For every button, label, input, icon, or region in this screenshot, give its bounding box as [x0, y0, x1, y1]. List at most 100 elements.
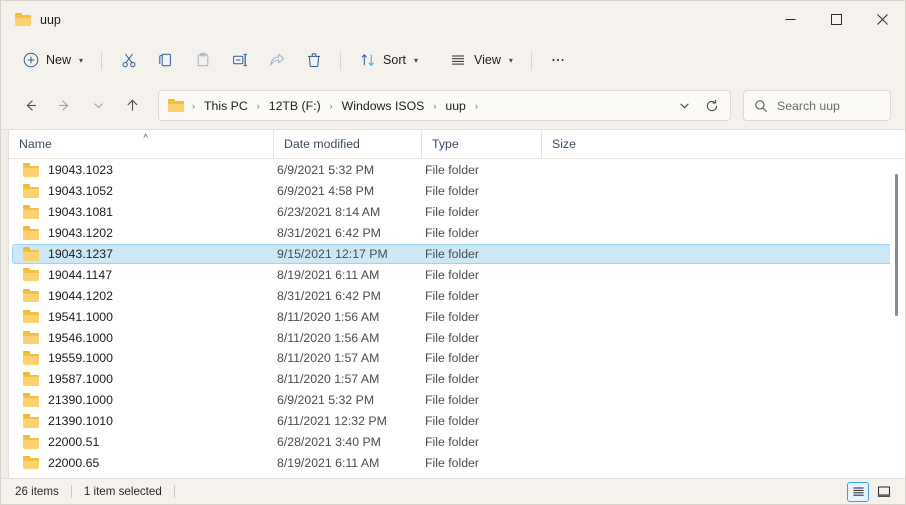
table-row[interactable]: 19043.10236/9/2021 5:32 PMFile folder	[12, 160, 902, 181]
table-row[interactable]: 19541.10008/11/2020 1:56 AMFile folder	[12, 306, 902, 327]
rename-button[interactable]	[222, 44, 257, 76]
file-type-cell: File folder	[425, 456, 545, 470]
table-row[interactable]: 19546.10008/11/2020 1:56 AMFile folder	[12, 327, 902, 348]
breadcrumb-item-this-pc[interactable]: This PC	[198, 97, 254, 115]
file-date-cell: 8/19/2021 6:11 AM	[277, 268, 425, 282]
folder-icon	[23, 372, 39, 386]
column-header-type[interactable]: Type	[421, 130, 541, 159]
table-row[interactable]: 19044.12028/31/2021 6:42 PMFile folder	[12, 285, 902, 306]
table-row[interactable]: 19043.12379/15/2021 12:17 PMFile folder	[12, 244, 902, 265]
table-row[interactable]: 22000.516/28/2021 3:40 PMFile folder	[12, 432, 902, 453]
folder-icon	[23, 456, 39, 470]
folder-icon	[23, 247, 39, 261]
view-list-icon	[450, 52, 467, 69]
breadcrumb-item-uup[interactable]: uup	[439, 97, 472, 115]
breadcrumb-separator: ›	[255, 101, 262, 111]
file-date-cell: 9/15/2021 12:17 PM	[277, 247, 425, 261]
search-icon	[754, 99, 768, 113]
file-name-cell: 19043.1202	[23, 226, 277, 240]
cut-button[interactable]	[111, 44, 146, 76]
column-header-date-modified[interactable]: Date modified	[273, 130, 421, 159]
chevron-down-icon: ▾	[414, 56, 418, 65]
file-name-label: 19043.1023	[48, 163, 113, 177]
see-more-button[interactable]	[541, 44, 576, 76]
large-icons-view-button[interactable]	[873, 482, 895, 502]
folder-icon	[23, 351, 39, 365]
file-name-cell: 19546.1000	[23, 331, 277, 345]
folder-icon	[168, 99, 184, 113]
file-name-cell: 22000.65	[23, 456, 277, 470]
table-row[interactable]: 19559.10008/11/2020 1:57 AMFile folder	[12, 348, 902, 369]
share-button[interactable]	[259, 44, 294, 76]
minimize-button[interactable]	[767, 1, 813, 38]
copy-button[interactable]	[148, 44, 183, 76]
file-type-cell: File folder	[425, 414, 545, 428]
file-list-scrollbar[interactable]	[890, 160, 904, 478]
file-name-cell: 19559.1000	[23, 351, 277, 365]
new-button-label: New	[46, 53, 71, 67]
table-row[interactable]: 21390.10106/11/2021 12:32 PMFile folder	[12, 411, 902, 432]
breadcrumb[interactable]: › This PC › 12TB (F:) › Windows ISOS › u…	[158, 90, 731, 121]
file-type-cell: File folder	[425, 268, 545, 282]
view-button[interactable]: View ▾	[441, 44, 522, 76]
folder-icon	[23, 163, 39, 177]
column-header-name[interactable]: Name ˄	[9, 130, 273, 159]
table-row[interactable]: 19043.10526/9/2021 4:58 PMFile folder	[12, 181, 902, 202]
column-header-size[interactable]: Size	[541, 130, 621, 159]
file-list[interactable]: 19043.10236/9/2021 5:32 PMFile folder190…	[9, 159, 905, 478]
folder-icon	[23, 393, 39, 407]
folder-icon	[23, 331, 39, 345]
file-date-cell: 8/19/2021 6:11 AM	[277, 456, 425, 470]
table-row[interactable]: 19587.10008/11/2020 1:57 AMFile folder	[12, 369, 902, 390]
file-type-cell: File folder	[425, 435, 545, 449]
file-type-cell: File folder	[425, 310, 545, 324]
table-row[interactable]: 21390.10006/9/2021 5:32 PMFile folder	[12, 390, 902, 411]
table-row[interactable]: 19044.1147 8/19/2021 6:11 AMFile folder	[12, 264, 902, 285]
maximize-button[interactable]	[813, 1, 859, 38]
file-date-cell: 8/31/2021 6:42 PM	[277, 226, 425, 240]
recent-locations-button[interactable]	[83, 91, 113, 121]
search-input[interactable]: Search uup	[743, 90, 891, 121]
window-title: uup	[40, 13, 61, 27]
breadcrumb-item-windows-isos[interactable]: Windows ISOS	[336, 97, 431, 115]
file-name-cell: 19043.1023	[23, 163, 277, 177]
share-icon	[268, 52, 285, 69]
file-date-cell: 8/31/2021 6:42 PM	[277, 289, 425, 303]
breadcrumb-separator: ›	[328, 101, 335, 111]
file-type-cell: File folder	[425, 184, 545, 198]
file-type-cell: File folder	[425, 372, 545, 386]
paste-button[interactable]	[185, 44, 220, 76]
file-name-cell: 19541.1000	[23, 310, 277, 324]
file-name-label: 19546.1000	[48, 331, 113, 345]
file-name-label: 21390.1000	[48, 393, 113, 407]
table-row[interactable]: 22000.658/19/2021 6:11 AMFile folder	[12, 452, 902, 473]
view-button-label: View	[474, 53, 501, 67]
details-view-button[interactable]	[847, 482, 869, 502]
table-row[interactable]: 19043.10816/23/2021 8:14 AMFile folder	[12, 202, 902, 223]
content-area: Name ˄ Date modified Type Size 19043.102…	[1, 129, 905, 478]
trash-icon	[305, 52, 322, 69]
delete-button[interactable]	[296, 44, 331, 76]
file-name-cell: 19044.1202	[23, 289, 277, 303]
scrollbar-thumb[interactable]	[895, 174, 898, 316]
refresh-button[interactable]	[699, 93, 724, 118]
file-date-cell: 6/9/2021 4:58 PM	[277, 184, 425, 198]
file-name-cell: 19043.1052	[23, 184, 277, 198]
table-row[interactable]: 19043.12028/31/2021 6:42 PMFile folder	[12, 223, 902, 244]
column-header-date-label: Date modified	[284, 137, 360, 151]
file-date-cell: 8/11/2020 1:56 AM	[277, 331, 425, 345]
forward-button[interactable]	[49, 91, 79, 121]
back-button[interactable]	[15, 91, 45, 121]
close-button[interactable]	[859, 1, 905, 38]
folder-icon	[23, 184, 39, 198]
folder-icon	[23, 205, 39, 219]
previous-locations-button[interactable]	[672, 93, 697, 118]
breadcrumb-item-drive[interactable]: 12TB (F:)	[263, 97, 327, 115]
sort-button[interactable]: Sort ▾	[350, 44, 427, 76]
chevron-down-icon: ▾	[509, 56, 513, 65]
up-button[interactable]	[117, 91, 147, 121]
breadcrumb-separator: ›	[431, 101, 438, 111]
file-name-label: 19044.1147	[48, 268, 112, 282]
new-button[interactable]: New ▾	[13, 44, 92, 76]
sort-icon	[359, 52, 376, 69]
